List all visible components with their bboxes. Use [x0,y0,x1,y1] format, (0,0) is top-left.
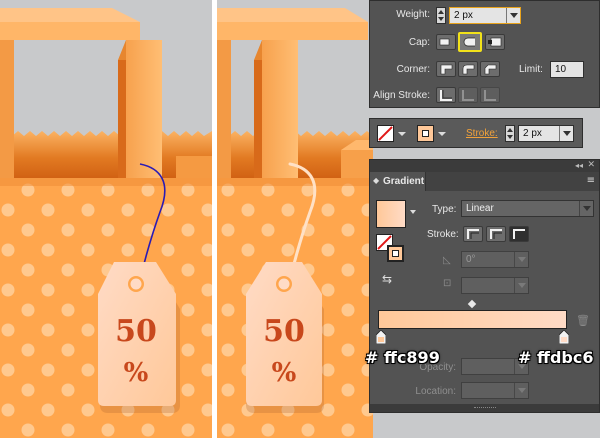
stroke-gradient-within-button[interactable] [463,226,483,242]
limit-field[interactable]: 10 [550,61,584,78]
left-stop-color-annotation: # ffc899 [365,348,440,367]
stroke-none-swatch[interactable] [377,125,394,142]
right-color-stop[interactable] [558,329,570,345]
fill-stroke-toggle[interactable] [376,234,406,264]
stroke-link-label[interactable]: Stroke: [466,128,498,139]
tag-discount-number: 50 [115,314,157,349]
stroke-gradient-along-button[interactable] [486,226,506,242]
align-stroke-label: Align Stroke: [373,90,430,101]
gradient-preview-swatch[interactable] [376,200,406,228]
close-panel-icon[interactable]: ✕ [587,160,595,170]
projecting-cap-button[interactable] [485,34,505,50]
limit-label: Limit: [519,64,543,75]
aspect-ratio-dropdown-arrow[interactable] [514,278,528,293]
location-dropdown-arrow[interactable] [514,383,528,398]
fill-swatch[interactable] [417,125,434,142]
gradient-type-dropdown-arrow[interactable] [579,201,593,216]
round-join-button[interactable] [458,61,478,77]
tab-gradient[interactable]: ◆ Gradient [370,172,426,191]
tab-gradient-label: Gradient [383,176,425,187]
align-inside-button[interactable] [458,87,478,103]
aspect-ratio-field[interactable] [461,277,529,294]
weight-stepper[interactable] [436,7,446,24]
collapse-icon[interactable]: ◂◂ [575,161,583,170]
angle-value: 0° [466,254,476,265]
panel-tab-bar: ◆ Gradient ≡ [370,172,599,191]
stroke-panel: Weight: 2 px Cap: Corner: Limit: 10 Alig… [369,0,600,108]
panel-menu-icon[interactable]: ≡ [587,175,595,186]
align-outside-button[interactable] [480,87,500,103]
angle-dropdown-arrow[interactable] [514,252,528,267]
panel-resize-grip[interactable] [370,404,599,412]
control-stroke-dropdown-arrow[interactable] [559,126,573,141]
location-label: Location: [415,386,456,397]
tag-discount-symbol: % [124,358,149,388]
tag-right: 50 % [246,262,324,413]
gradient-type-value: Linear [466,203,494,214]
right-stop-color-annotation: # ffdbc6 [518,348,594,367]
control-stroke-stepper[interactable] [505,125,515,142]
bevel-join-button[interactable] [480,61,500,77]
bag-left: 50 % [0,0,212,438]
stroke-swatch-dropdown-arrow[interactable] [398,132,406,136]
stroke-gradient-swatch[interactable] [387,245,404,262]
angle-field[interactable]: 0° [461,251,529,268]
type-label: Type: [432,204,457,215]
round-cap-button[interactable] [458,32,482,52]
aspect-ratio-icon: ⊡ [443,278,452,289]
divider-line [212,0,217,438]
gradient-type-select[interactable]: Linear [461,200,594,217]
limit-value: 10 [555,64,567,75]
weight-label: Weight: [396,9,430,20]
gradient-panel: ◂◂ ✕ ◆ Gradient ≡ Type: Linear ⇆ Stroke:… [369,159,600,413]
cap-label: Cap: [408,37,430,48]
control-stroke-field[interactable]: 2 px [518,125,574,142]
delete-stop-icon[interactable]: 🗑 [576,314,590,327]
gradient-midpoint-diamond[interactable] [467,299,477,309]
fill-swatch-dropdown-arrow[interactable] [438,132,446,136]
control-stroke-value: 2 px [523,128,542,139]
butt-cap-button[interactable] [436,34,456,50]
weight-field[interactable]: 2 px [449,7,521,24]
weight-dropdown-arrow[interactable] [506,8,520,23]
weight-value: 2 px [454,10,473,21]
preview-dropdown-arrow[interactable] [410,210,416,214]
control-bar: Stroke: 2 px [369,118,583,148]
angle-icon: ◺ [443,255,451,266]
location-field[interactable] [461,382,529,399]
gradient-slider-bar[interactable] [378,310,567,329]
stroke-gradient-across-button[interactable] [509,226,529,242]
tag-discount-number: 50 [263,314,305,349]
tag-discount-symbol: % [272,358,297,388]
tab-toggle-icon[interactable]: ◆ [373,176,379,185]
stroke-label: Stroke: [427,229,459,240]
tag-left: 50 % [98,262,180,413]
corner-label: Corner: [396,64,430,75]
reverse-gradient-icon[interactable]: ⇆ [382,272,392,286]
panel-top-strip: ◂◂ ✕ [370,160,599,172]
left-color-stop[interactable] [375,329,387,345]
miter-join-button[interactable] [436,61,456,77]
align-center-button[interactable] [436,87,456,103]
